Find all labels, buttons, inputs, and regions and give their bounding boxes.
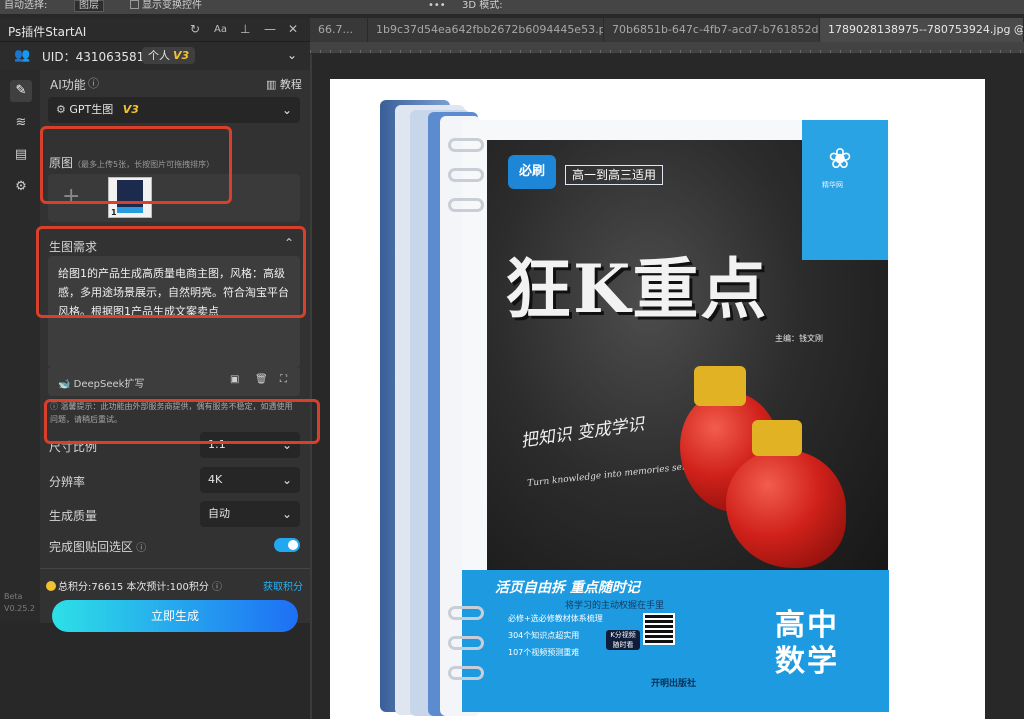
book-subject-2: 数学	[775, 644, 839, 679]
book-title: 狂K重点	[505, 250, 769, 328]
book-publisher: 开明出版社	[651, 679, 697, 689]
version-beta: Beta	[4, 592, 23, 601]
photoshop-window: 自动选择: 图层 显示变换控件 ••• 3D 模式: 66.7... 1b9c3…	[0, 0, 1024, 719]
generate-button[interactable]: 立即生成	[52, 600, 298, 632]
resolution-label: 分辨率	[49, 475, 86, 489]
divider	[40, 568, 310, 569]
book-bar-sub: 将学习的主动权握在手里	[565, 601, 665, 611]
qr-label: K分视频 随时看	[606, 630, 640, 650]
expand-icon[interactable]: ⛶	[280, 374, 287, 385]
binder-ring	[448, 606, 484, 620]
show-transform-checkbox[interactable]: 显示变换控件	[130, 0, 202, 14]
info-icon[interactable]: ⓘ	[88, 75, 99, 91]
close-icon[interactable]: ✕	[288, 22, 298, 36]
panel-title: Ps插件StartAI	[8, 25, 87, 39]
gear-icon[interactable]: ⚙	[10, 176, 32, 198]
prompt-toolbar: 🐋 DeepSeek扩写 ▣ 🗑 ⛶	[48, 368, 300, 396]
boxing-glove-cuff	[752, 420, 802, 456]
logo-text: 精华网	[822, 181, 843, 189]
font-size-icon[interactable]: Aa	[214, 24, 227, 35]
pencil-icon[interactable]: ✎	[10, 80, 32, 102]
binder-ring	[448, 168, 484, 182]
version-number: V0.25.2	[4, 604, 35, 613]
ai-function-label: AI功能	[50, 78, 86, 92]
tab-doc-2[interactable]: 1b9c37d54ea642fbb2672b6094445e53.png	[368, 18, 604, 42]
user-icon: 👥	[14, 48, 31, 63]
quality-label: 生成质量	[49, 509, 98, 523]
clipboard-icon[interactable]: ▤	[10, 144, 32, 166]
auto-select-label: 自动选择:	[4, 0, 48, 11]
whale-icon: 🐋	[58, 379, 74, 390]
binder-ring	[448, 138, 484, 152]
chevron-down-icon: ⌄	[281, 507, 292, 521]
quality-dropdown[interactable]: 自动 ⌄	[200, 501, 300, 527]
highlight-source-image	[40, 126, 232, 204]
startai-plugin-panel: Ps插件StartAI ↻ Aa ⊥ — ✕ 👥 UID：4310635814 …	[0, 18, 310, 632]
document-tabs: 66.7... 1b9c37d54ea642fbb2672b6094445e53…	[310, 18, 1024, 42]
qr-code-icon	[643, 613, 675, 645]
tab-doc-1[interactable]: 66.7...	[310, 18, 368, 42]
panel-titlebar: Ps插件StartAI ↻ Aa ⊥ — ✕	[0, 18, 310, 42]
book-badge: 必刷	[508, 155, 556, 189]
binder-ring	[448, 198, 484, 212]
book-bullet: 必修+选必修教材体系梳理	[508, 614, 603, 623]
boxing-glove-cuff	[694, 366, 746, 406]
highlight-prompt	[36, 226, 306, 318]
book-bullet: 107个视频预测重难	[508, 648, 580, 657]
tutorial-link[interactable]: ▥ 教程	[266, 76, 302, 92]
book-tag: 高一到高三适用	[565, 165, 664, 185]
3d-mode-label: 3D 模式:	[462, 0, 503, 11]
resolution-dropdown[interactable]: 4K ⌄	[200, 467, 300, 493]
layers-icon[interactable]: ≋	[10, 112, 32, 134]
horizontal-ruler	[310, 42, 1024, 54]
plan-badge: 个人 V3	[142, 47, 196, 64]
book-icon: ▥	[266, 78, 280, 91]
options-bar: 自动选择: 图层 显示变换控件 ••• 3D 模式:	[0, 0, 1024, 14]
info-icon: ⓘ	[133, 543, 147, 554]
paste-back-label: 完成图贴回选区 ⓘ	[49, 540, 147, 554]
binder-ring	[448, 666, 484, 680]
book-bullet: 304个知识点超实用	[508, 631, 580, 640]
book-cover-corner	[802, 120, 888, 260]
tab-doc-3[interactable]: 70b6851b-647c-4fb7-acd7-b761852d2246.jpg	[604, 18, 820, 42]
coin-icon	[46, 581, 56, 591]
book-editor: 主编：钱文刚	[775, 334, 823, 343]
user-row: 👥 UID：4310635814 个人 V3 ⌄	[0, 42, 310, 70]
points-text: 总积分:76615 本次预计:100积分 ⓘ	[46, 578, 222, 593]
get-points-link[interactable]: 获取积分	[263, 578, 303, 593]
publisher-logo-icon: ❀	[828, 142, 852, 175]
paste-back-toggle[interactable]	[274, 538, 300, 552]
history-icon[interactable]: ▣	[230, 374, 239, 385]
book-bar-title: 活页自由拆 重点随时记	[495, 580, 640, 596]
layer-dropdown[interactable]: 图层	[74, 0, 104, 14]
pin-icon[interactable]: ⊥	[240, 22, 250, 36]
chevron-down-icon[interactable]: ⌄	[287, 48, 297, 62]
trash-icon[interactable]: 🗑	[255, 374, 268, 385]
highlight-ratio	[44, 399, 320, 444]
chevron-down-icon: ⌄	[281, 473, 292, 487]
refresh-icon[interactable]: ↻	[190, 22, 200, 36]
minimize-icon[interactable]: —	[264, 22, 276, 36]
info-icon: ⓘ	[208, 582, 223, 593]
deepseek-expand-button[interactable]: 🐋 DeepSeek扩写	[58, 375, 144, 390]
binder-ring	[448, 636, 484, 650]
ai-function-dropdown[interactable]: ⚙ GPT生图 V3 ⌄	[48, 97, 300, 123]
panel-sidebar: ✎ ≋ ▤ ⚙ Beta V0.25.2	[0, 70, 40, 623]
chevron-down-icon: ⌄	[281, 103, 292, 117]
gpt-icon: ⚙	[56, 103, 70, 116]
tab-doc-active[interactable]: 1789028138975--780753924.jpg @ 29.5% (	[820, 18, 1024, 42]
more-options-button[interactable]: •••	[428, 0, 446, 14]
uid-text: UID：4310635814	[42, 50, 152, 64]
